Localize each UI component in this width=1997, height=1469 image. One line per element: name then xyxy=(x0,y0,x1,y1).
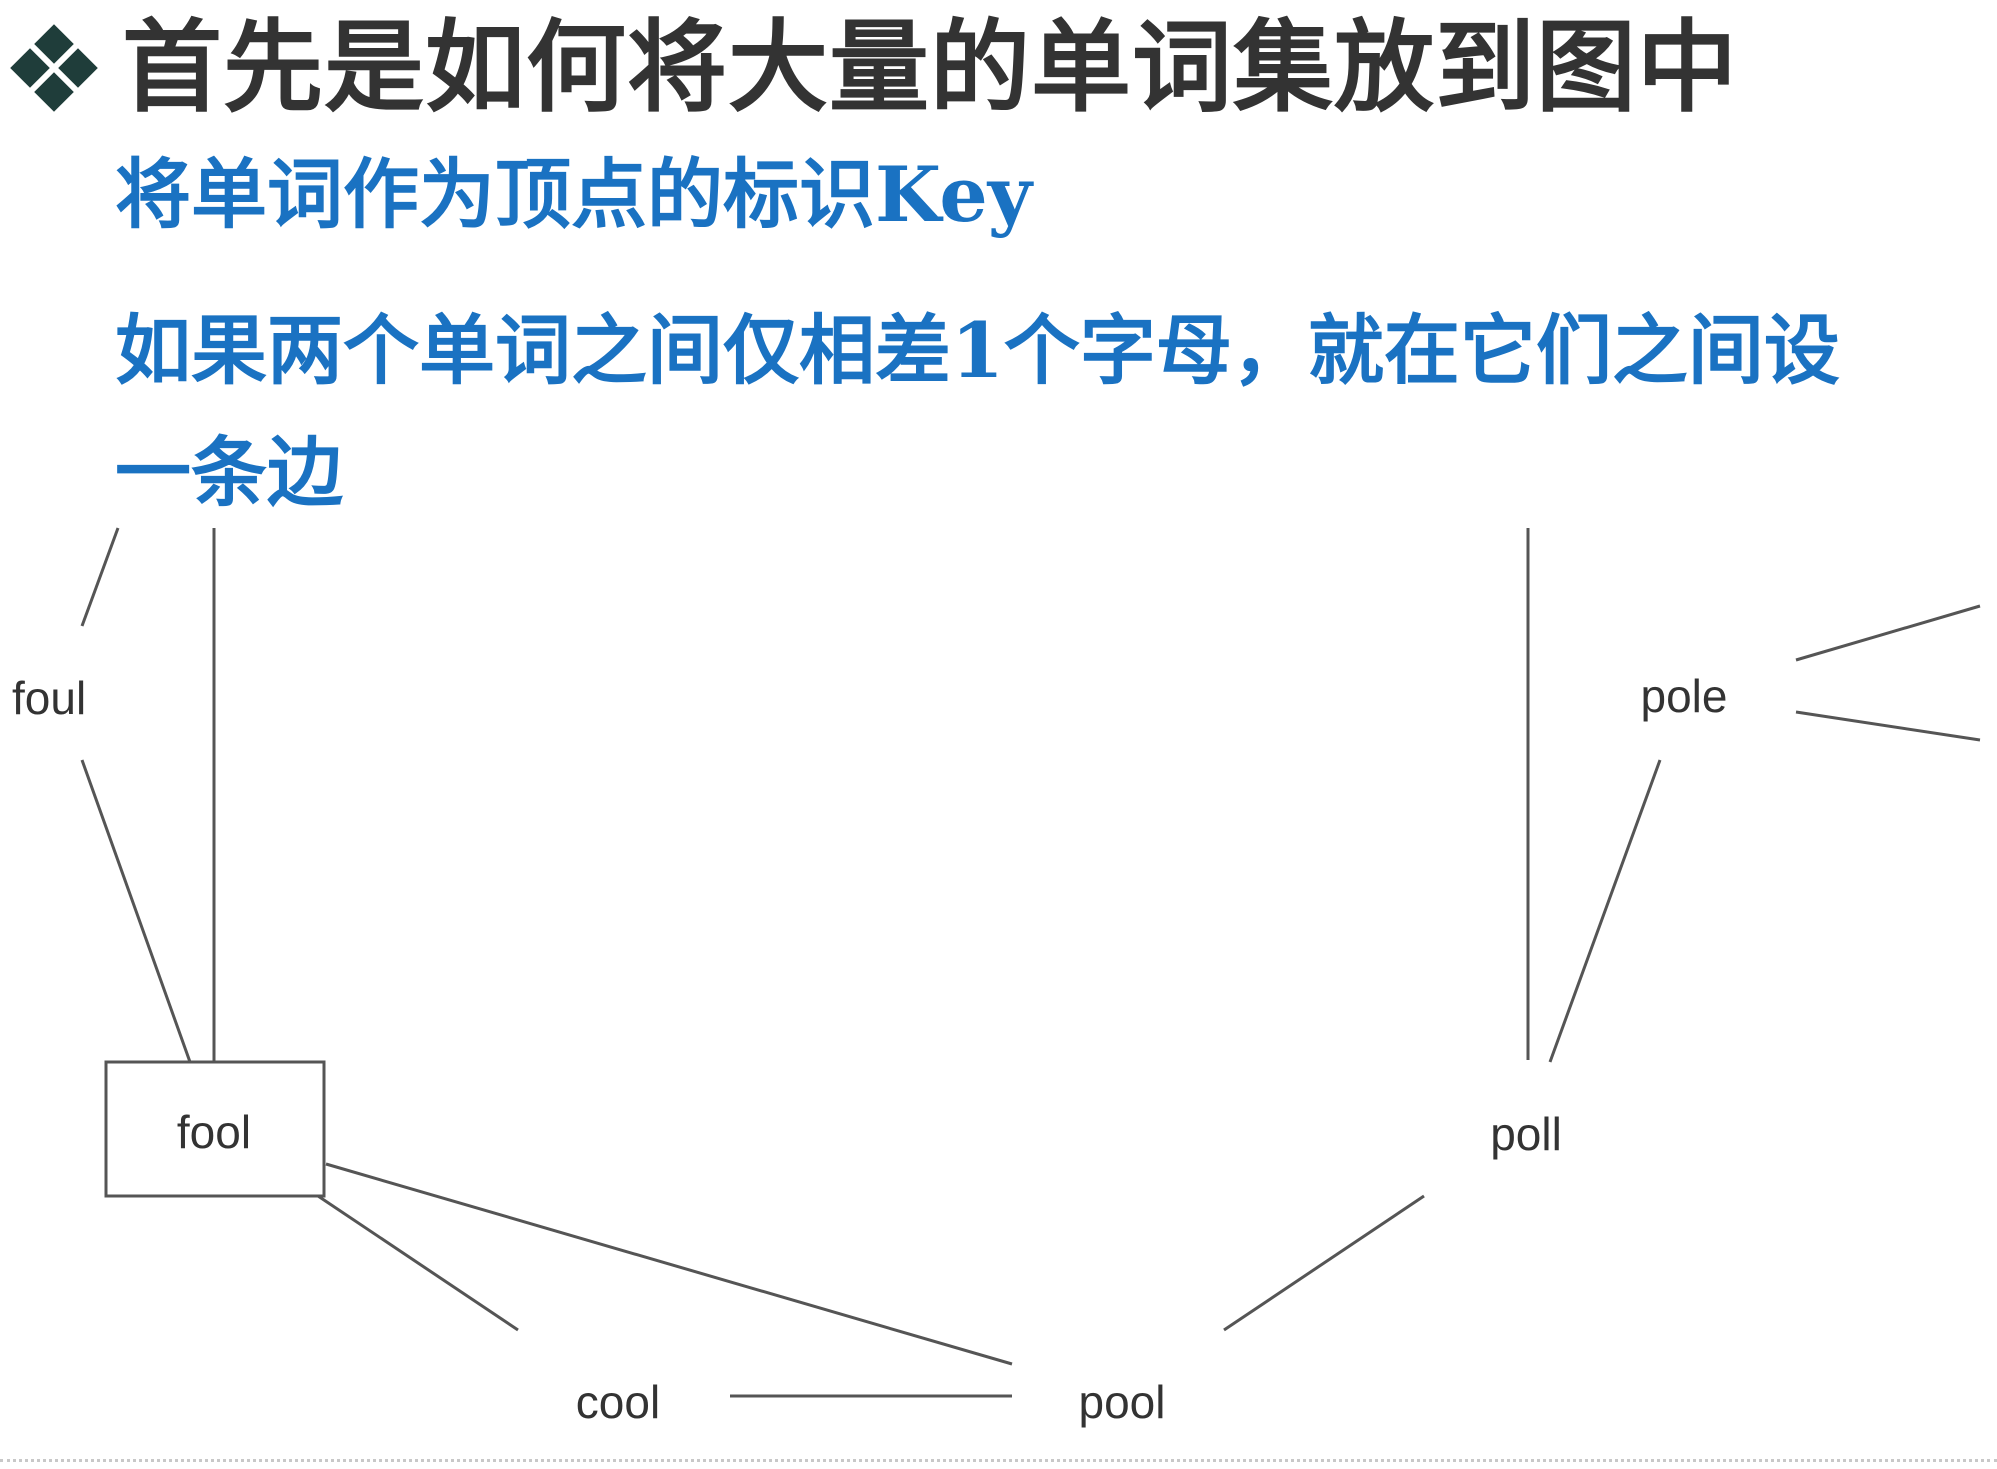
edge-pool-poll xyxy=(1223,1194,1425,1332)
slide: 首先是如何将大量的单词集放到图中 将单词作为顶点的标识Key 如果两个单词之间仅… xyxy=(0,0,1997,1469)
node-label-cool: cool xyxy=(576,1376,660,1428)
word-graph: foul fool cool pool poll pole xyxy=(12,527,1981,1428)
edge-fool-pool xyxy=(325,1162,1013,1366)
edge-stub-pole-right-2 xyxy=(1795,710,1981,742)
footer-divider xyxy=(0,1459,1997,1462)
edge-foul-fool xyxy=(80,759,192,1063)
node-label-pole: pole xyxy=(1641,670,1728,722)
edge-fool-cool xyxy=(317,1194,519,1332)
node-label-pool: pool xyxy=(1079,1376,1166,1428)
edge-poll-pole xyxy=(1548,759,1662,1063)
edge-stub-pole-right-1 xyxy=(1795,604,1981,662)
node-label-poll: poll xyxy=(1490,1108,1562,1160)
node-label-foul: foul xyxy=(12,672,86,724)
node-label-fool: fool xyxy=(177,1106,251,1158)
edge-stub-foul-up xyxy=(80,527,120,627)
